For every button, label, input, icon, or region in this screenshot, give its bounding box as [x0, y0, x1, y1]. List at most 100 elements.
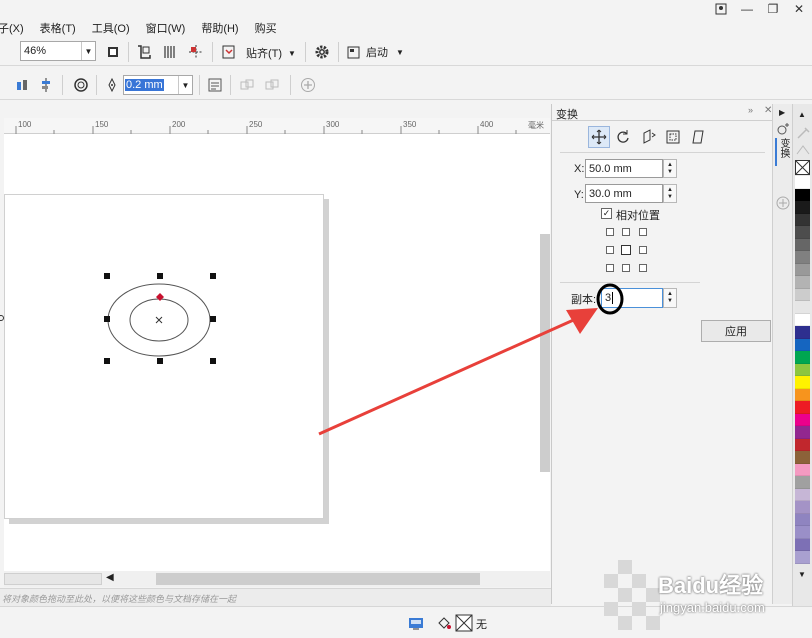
close-icon[interactable]: ✕: [786, 0, 812, 18]
spin-up-icon[interactable]: ▲: [667, 291, 673, 298]
account-icon[interactable]: [708, 0, 734, 18]
color-management-icon[interactable]: [408, 615, 424, 631]
ref-point-center[interactable]: [621, 245, 631, 255]
palette-swatch[interactable]: [795, 538, 810, 551]
horizontal-scrollbar-thumb[interactable]: [156, 573, 480, 585]
add-docker-icon[interactable]: [776, 196, 790, 210]
docker-collapse-icon[interactable]: »: [748, 105, 753, 115]
add-icon[interactable]: [299, 76, 317, 94]
ref-point-top-right[interactable]: [639, 228, 647, 236]
skew-icon[interactable]: [689, 128, 707, 146]
palette-swatch[interactable]: [795, 213, 810, 226]
selection-handle-bottom-right[interactable]: [210, 358, 216, 364]
copies-spinner[interactable]: ▲ ▼: [663, 288, 677, 308]
selection-handle-top-left[interactable]: [104, 273, 110, 279]
horizontal-ruler[interactable]: 100 150 200 250 300 350 400 毫米: [4, 118, 550, 134]
spin-down-icon[interactable]: ▼: [667, 298, 673, 305]
selected-ellipse-group[interactable]: [100, 270, 220, 370]
palette-swatch[interactable]: [795, 513, 810, 526]
spin-down-icon[interactable]: ▼: [667, 169, 673, 176]
page-navigator[interactable]: [4, 573, 102, 585]
menu-item-table[interactable]: 表格(T): [40, 20, 86, 36]
palette-swatch[interactable]: [795, 201, 810, 214]
relative-position-checkbox[interactable]: ✓: [601, 208, 612, 219]
zoom-level-combo[interactable]: 46% ▼: [20, 41, 96, 61]
launch-dropdown[interactable]: 启动 ▼: [347, 44, 404, 60]
menu-item-window[interactable]: 窗口(W): [146, 20, 196, 36]
outline-width-combo[interactable]: 0.2 mm ▼: [123, 75, 193, 95]
fill-bucket-icon[interactable]: [436, 615, 452, 631]
palette-swatch[interactable]: [795, 413, 810, 426]
restore-icon[interactable]: ❐: [760, 0, 786, 18]
palette-swatch[interactable]: [795, 251, 810, 264]
ref-point-top-center[interactable]: [622, 228, 630, 236]
palette-swatch[interactable]: [795, 388, 810, 401]
full-screen-icon[interactable]: [104, 43, 122, 61]
selection-handle-middle-right[interactable]: [210, 316, 216, 322]
size-icon[interactable]: [664, 128, 682, 146]
palette-swatch[interactable]: [795, 301, 810, 314]
y-position-field[interactable]: 30.0 mm: [585, 184, 663, 203]
palette-swatch[interactable]: [795, 451, 810, 464]
menu-item-help[interactable]: 帮助(H): [201, 20, 248, 36]
position-mode-button[interactable]: [588, 126, 610, 148]
palette-scroll-up-icon[interactable]: ▲: [798, 110, 806, 119]
tab-transform[interactable]: 变换: [775, 138, 791, 166]
selection-handle-top-center[interactable]: [157, 273, 163, 279]
palette-swatch[interactable]: [795, 501, 810, 514]
selection-handle-middle-left[interactable]: [104, 316, 110, 322]
palette-swatch[interactable]: [795, 176, 810, 189]
x-position-field[interactable]: 50.0 mm: [585, 159, 663, 178]
selection-handle-bottom-center[interactable]: [157, 358, 163, 364]
spin-down-icon[interactable]: ▼: [667, 194, 673, 201]
no-fill-swatch-icon[interactable]: [455, 614, 473, 632]
show-guidelines-icon[interactable]: [187, 43, 205, 61]
palette-swatch[interactable]: [795, 426, 810, 439]
ref-point-middle-left[interactable]: [606, 246, 614, 254]
eyedropper-icon[interactable]: [795, 126, 811, 140]
y-position-spinner[interactable]: ▲ ▼: [663, 184, 677, 203]
tab-strip-scroll-icon[interactable]: ▶: [779, 108, 785, 117]
palette-swatch[interactable]: [795, 326, 810, 339]
ref-point-bottom-right[interactable]: [639, 264, 647, 272]
scale-mirror-icon[interactable]: [640, 128, 658, 146]
menu-item-tools[interactable]: 工具(O): [92, 20, 140, 36]
rotation-center-marker[interactable]: [155, 292, 165, 302]
alignment-guides-icon[interactable]: [220, 43, 238, 61]
palette-swatch[interactable]: [795, 238, 810, 251]
minimize-icon[interactable]: —: [734, 0, 760, 18]
palette-swatch[interactable]: [795, 488, 810, 501]
outline-pen-icon[interactable]: [103, 76, 121, 94]
palette-swatch[interactable]: [795, 288, 810, 301]
spin-up-icon[interactable]: ▲: [667, 187, 673, 194]
align-distribute-icon[interactable]: [14, 76, 32, 94]
no-color-swatch[interactable]: [795, 160, 810, 175]
apply-button[interactable]: 应用: [701, 320, 771, 342]
palette-swatch[interactable]: [795, 313, 810, 326]
ref-point-middle-right[interactable]: [639, 246, 647, 254]
order-icon[interactable]: [38, 76, 56, 94]
palette-options-icon[interactable]: [795, 144, 811, 156]
palette-swatch[interactable]: [795, 263, 810, 276]
ref-point-bottom-left[interactable]: [606, 264, 614, 272]
scroll-left-icon[interactable]: ◀: [106, 572, 114, 583]
hints-icon[interactable]: [776, 122, 790, 136]
chevron-down-icon[interactable]: ▼: [178, 76, 192, 94]
palette-swatch[interactable]: [795, 401, 810, 414]
palette-swatch[interactable]: [795, 438, 810, 451]
palette-swatch[interactable]: [795, 226, 810, 239]
chevron-down-icon[interactable]: ▼: [81, 42, 95, 60]
palette-swatch[interactable]: [795, 338, 810, 351]
palette-swatch[interactable]: [795, 376, 810, 389]
show-grid-icon[interactable]: [161, 43, 179, 61]
ref-point-top-left[interactable]: [606, 228, 614, 236]
palette-swatch[interactable]: [795, 476, 810, 489]
contour-icon[interactable]: [72, 76, 90, 94]
selection-handle-bottom-left[interactable]: [104, 358, 110, 364]
ref-point-bottom-center[interactable]: [622, 264, 630, 272]
palette-swatch[interactable]: [795, 526, 810, 539]
palette-swatch[interactable]: [795, 188, 810, 201]
menu-item-object[interactable]: 子(X): [0, 20, 34, 36]
selection-handle-top-right[interactable]: [210, 273, 216, 279]
snap-to-dropdown[interactable]: 贴齐(T) ▼: [246, 45, 296, 61]
